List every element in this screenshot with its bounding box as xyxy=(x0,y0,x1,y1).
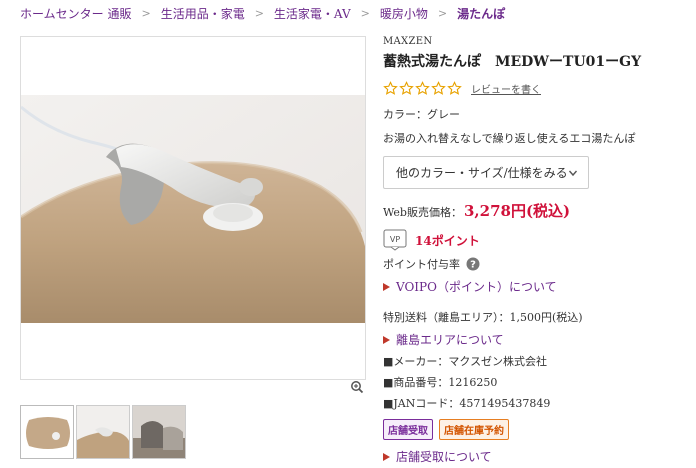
breadcrumb-separator: > xyxy=(437,6,448,20)
help-icon[interactable]: ? xyxy=(466,257,480,271)
store-pickup-badge: 店舗受取 xyxy=(383,419,433,440)
star-outline-icon xyxy=(447,81,462,95)
variant-select[interactable]: 他のカラー・サイズ/仕様をみる xyxy=(383,156,589,189)
store-pickup-link[interactable]: 店舗受取について xyxy=(383,448,683,465)
voipo-link[interactable]: VOIPO（ポイント）について xyxy=(383,278,683,295)
variant-select-label: 他のカラー・サイズ/仕様をみる xyxy=(396,166,568,180)
store-stock-reservation-badge: 店舗在庫予約 xyxy=(439,419,509,440)
breadcrumb: ホームセンター 通販 > 生活用品・家電 > 生活家電・AV > 暖房小物 > … xyxy=(0,0,696,26)
price-label: Web販売価格： xyxy=(383,206,462,219)
star-outline-icon xyxy=(431,81,446,95)
product-main-image[interactable] xyxy=(20,36,366,380)
breadcrumb-living-goods[interactable]: 生活用品・家電 xyxy=(161,5,245,22)
shipping-fee: 特別送料（離島エリア）：1,500円(税込) xyxy=(383,311,583,324)
triangle-right-icon xyxy=(383,452,390,461)
voipo-point-icon: VP xyxy=(383,229,407,251)
star-outline-icon xyxy=(383,81,398,95)
color-label: カラー：グレー xyxy=(383,108,460,121)
island-area-link-label: 離島エリアについて xyxy=(396,333,504,347)
product-description: お湯の入れ替えなしで繰り返し使えるエコ湯たんぽ xyxy=(383,132,636,145)
thumbnail-strip xyxy=(20,405,186,459)
pickup-badges: 店舗受取 店舗在庫予約 xyxy=(383,419,683,440)
thumbnail-image xyxy=(77,406,129,458)
breadcrumb-separator: > xyxy=(141,6,151,20)
thumbnail-1[interactable] xyxy=(20,405,74,459)
breadcrumb-separator: > xyxy=(360,6,370,20)
thumbnail-image xyxy=(133,406,185,458)
point-rate-label: ポイント付与率 xyxy=(383,258,460,271)
breadcrumb-home[interactable]: ホームセンター 通販 xyxy=(20,5,131,22)
jan-code: ■JANコード：4571495437849 xyxy=(383,397,551,410)
product-number: ■商品番号：1216250 xyxy=(383,376,498,389)
svg-text:?: ? xyxy=(470,260,476,271)
breadcrumb-current: 湯たんぽ xyxy=(457,6,506,21)
price-value: 3,278円(税込) xyxy=(463,202,571,220)
voipo-link-label: VOIPO（ポイント）について xyxy=(396,280,557,294)
product-photo xyxy=(21,95,365,323)
store-pickup-link-label: 店舗受取について xyxy=(396,450,492,464)
chevron-down-icon xyxy=(568,170,578,176)
product-title: 蓄熱式湯たんぽ MEDWーTU01ーGY xyxy=(383,54,642,70)
points-value: 14ポイント xyxy=(415,233,480,248)
star-outline-icon xyxy=(415,81,430,95)
write-review-link[interactable]: レビューを書く xyxy=(471,81,541,96)
maker-info: ■メーカー：マクスゼン株式会社 xyxy=(383,355,548,368)
brand-name: MAXZEN xyxy=(383,36,433,47)
thumbnail-3[interactable] xyxy=(132,405,186,459)
breadcrumb-separator: > xyxy=(254,6,264,20)
point-rate-row: ポイント付与率 ? xyxy=(383,256,683,272)
rating-row: レビューを書く xyxy=(383,81,683,96)
product-info: MAXZEN 蓄熱式湯たんぽ MEDWーTU01ーGY レビューを書く カラー：… xyxy=(383,36,683,465)
star-outline-icon xyxy=(399,81,414,95)
thumbnail-2[interactable] xyxy=(76,405,130,459)
breadcrumb-heating[interactable]: 暖房小物 xyxy=(380,5,428,22)
breadcrumb-appliances[interactable]: 生活家電・AV xyxy=(274,5,351,22)
thumbnail-image xyxy=(21,406,73,458)
triangle-right-icon xyxy=(383,282,390,291)
voipo-icon-text: VP xyxy=(390,235,400,244)
triangle-right-icon xyxy=(383,335,390,344)
price-row: Web販売価格： 3,278円(税込) xyxy=(383,200,683,221)
points-row: VP 14ポイント xyxy=(383,229,683,251)
island-area-link[interactable]: 離島エリアについて xyxy=(383,331,683,348)
zoom-icon[interactable] xyxy=(350,380,364,394)
